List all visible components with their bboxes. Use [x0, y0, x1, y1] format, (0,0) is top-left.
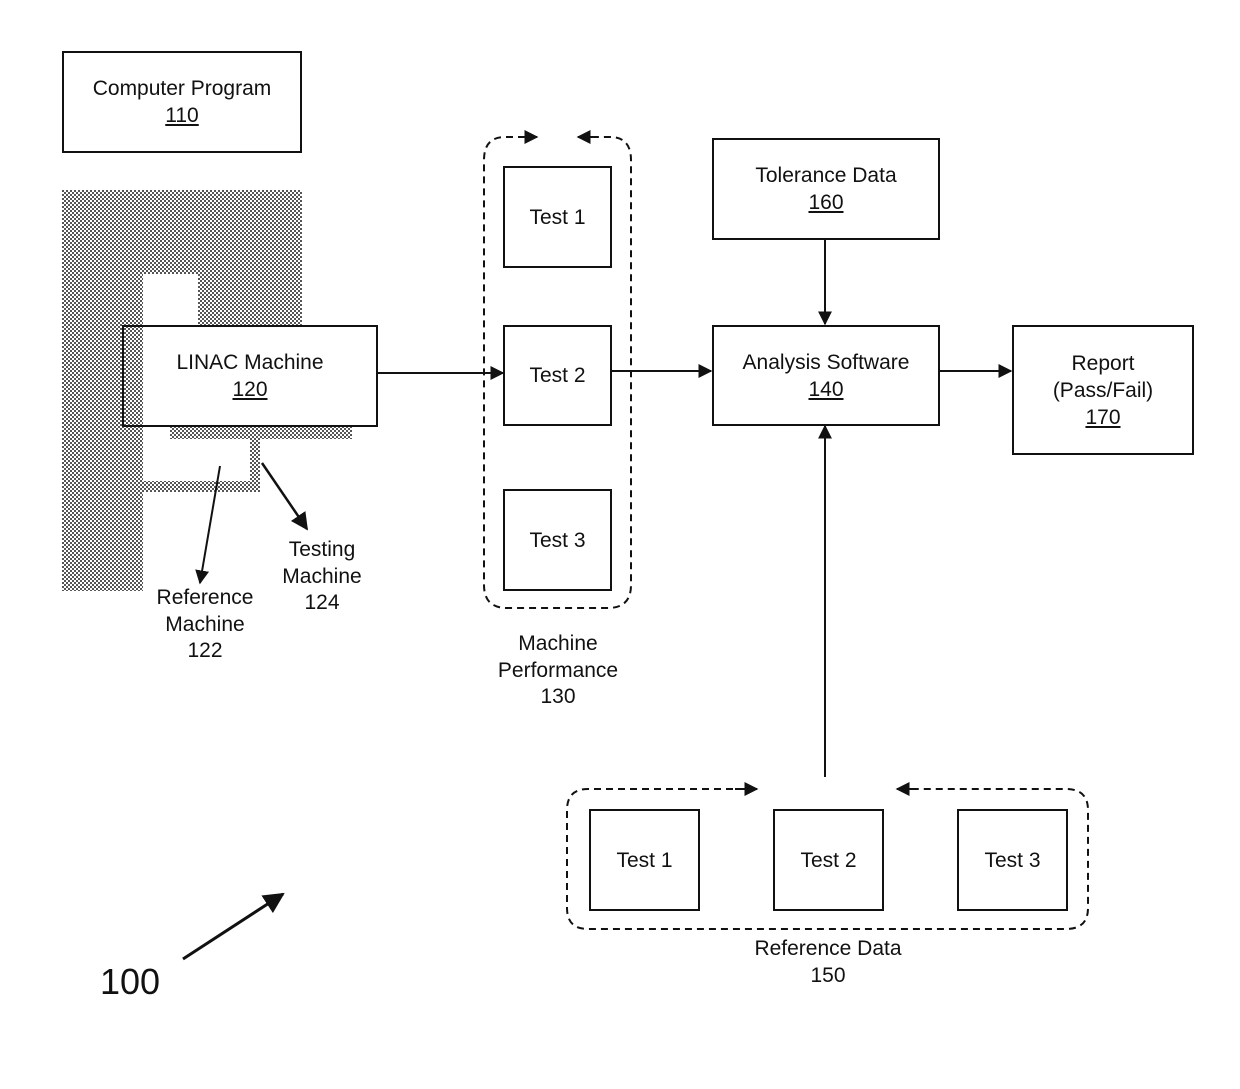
reference-test-3-label: Test 3 [984, 848, 1041, 872]
machine-test-1-box: Test 1 [503, 166, 612, 268]
linac-machine-ref: 120 [232, 378, 268, 401]
reference-test-2-label: Test 2 [800, 848, 857, 872]
reference-machine-label: Reference Machine 122 [135, 585, 275, 665]
reference-data-line1: Reference Data [754, 937, 902, 960]
figure-number: 100 [100, 961, 161, 1002]
computer-program-title: Computer Program [92, 77, 272, 100]
computer-program-box: Computer Program 110 [62, 51, 302, 153]
machine-test-2-box: Test 2 [503, 325, 612, 426]
report-subtitle: (Pass/Fail) [1052, 378, 1154, 402]
tolerance-data-title: Tolerance Data [755, 164, 897, 187]
reference-machine-line2: Machine [165, 612, 245, 636]
report-ref: 170 [1085, 405, 1121, 429]
diagram-canvas [62, 130, 1089, 961]
machine-performance-ref: 130 [540, 685, 576, 708]
linac-machine-title: LINAC Machine [176, 351, 324, 374]
reference-machine-line1: Reference [156, 586, 254, 609]
reference-test-2-box: Test 2 [773, 809, 884, 911]
testing-machine-ref: 124 [304, 591, 340, 614]
machine-test-2-label: Test 2 [529, 364, 586, 387]
analysis-software-ref: 140 [808, 377, 844, 401]
testing-machine-line2: Machine [282, 564, 362, 588]
testing-machine-line1: Testing [288, 538, 356, 561]
figure-reference-arrow [182, 892, 285, 961]
reference-test-1-box: Test 1 [589, 809, 700, 911]
tolerance-data-ref: 160 [808, 191, 844, 214]
report-box: Report (Pass/Fail) 170 [1012, 325, 1194, 455]
reference-data-ref: 150 [810, 963, 846, 987]
testing-machine-label: Testing Machine 124 [262, 537, 382, 617]
machine-performance-label: Machine Performance 130 [478, 631, 638, 711]
machine-test-3-box: Test 3 [503, 489, 612, 591]
machine-performance-line2: Performance [497, 658, 619, 682]
analysis-software-box: Analysis Software 140 [712, 325, 940, 426]
machine-test-1-label: Test 1 [529, 205, 586, 229]
reference-machine-ref: 122 [187, 639, 223, 662]
arrow-testing-machine [260, 462, 309, 531]
linac-machine-box: LINAC Machine 120 [122, 325, 378, 427]
machine-performance-line1: Machine [518, 632, 598, 655]
report-title: Report [1071, 351, 1135, 375]
reference-test-3-box: Test 3 [957, 809, 1068, 911]
reference-data-label: Reference Data 150 [728, 936, 928, 989]
analysis-software-title: Analysis Software [742, 350, 910, 374]
machine-test-3-label: Test 3 [529, 528, 586, 552]
computer-program-ref: 110 [165, 104, 199, 127]
reference-test-1-label: Test 1 [616, 848, 673, 872]
tolerance-data-box: Tolerance Data 160 [712, 138, 940, 240]
